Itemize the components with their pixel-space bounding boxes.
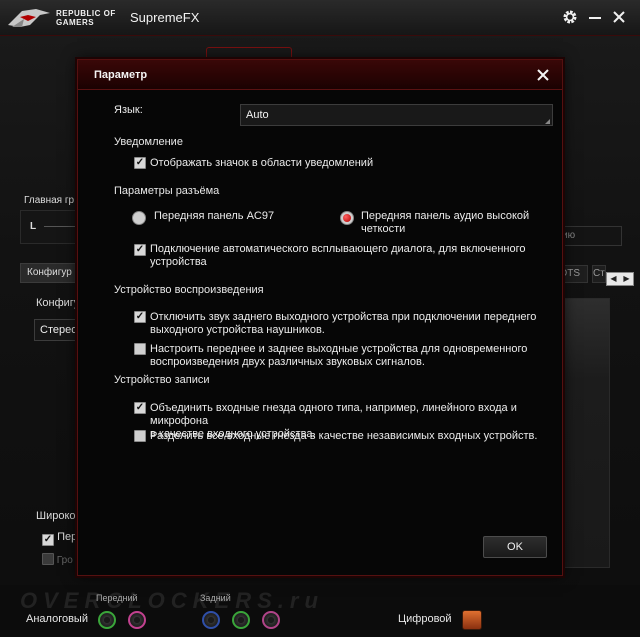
- playback-section: Устройство воспроизведения: [114, 284, 264, 296]
- show-tray-icon-checkbox[interactable]: ✓: [134, 157, 146, 169]
- auto-popup-label: Подключение автоматического всплывающего…: [150, 243, 526, 269]
- separate-streams-label-line1: Настроить переднее и заднее выходные уст…: [150, 343, 528, 355]
- show-tray-icon-label: Отображать значок в области уведомлений: [150, 157, 374, 169]
- language-label: Язык:: [114, 104, 143, 116]
- radio-hd-audio-label: Передняя панель аудио высокой четкости: [361, 210, 529, 236]
- balance-slider-panel[interactable]: [20, 210, 80, 244]
- wide-section-label: Широко: [36, 510, 76, 522]
- radio-hd-audio-label-line1: Передняя панель аудио высокой: [361, 210, 530, 222]
- front-pink-jack[interactable]: [128, 611, 146, 629]
- mute-rear-checkbox[interactable]: ✓: [134, 311, 146, 323]
- language-select[interactable]: Auto: [240, 104, 553, 126]
- main-group-label: Главная гр: [24, 195, 75, 206]
- settings-dialog: Параметр Язык: Auto Уведомление ✓ Отобра…: [77, 59, 563, 576]
- tab-scroll-right-icon[interactable]: ▶: [620, 273, 633, 285]
- wide-checkbox[interactable]: ✓: [42, 534, 54, 546]
- ok-button[interactable]: OK: [483, 536, 547, 558]
- watermark: OVERCLOCKERS.ru: [20, 588, 324, 613]
- rear-jacks-label: Задний: [200, 593, 231, 603]
- dialog-title: Параметр: [94, 69, 148, 81]
- dropdown-caret-icon: [545, 119, 550, 124]
- speaker-visual-panel: [560, 298, 610, 568]
- title-bar: REPUBLIC OF GAMERS SupremeFX: [0, 0, 640, 36]
- rear-pink-jack[interactable]: [262, 611, 280, 629]
- rog-logo-icon: [8, 9, 50, 27]
- app-title: SupremeFX: [130, 10, 200, 25]
- separate-streams-checkbox[interactable]: ✓: [134, 343, 146, 355]
- auto-popup-checkbox[interactable]: ✓: [134, 244, 146, 256]
- record-section: Устройство записи: [114, 374, 210, 386]
- auto-popup-label-line2: устройства: [150, 256, 207, 268]
- jack-section: Параметры разъёма: [114, 185, 220, 197]
- radio-ac97[interactable]: [132, 211, 146, 225]
- tab-extra[interactable]: Ст: [592, 265, 606, 283]
- wide-checkbox-row[interactable]: ✓ Пер: [42, 531, 77, 546]
- mute-rear-label-line1: Отключить звук заднего выходного устройс…: [150, 311, 537, 323]
- slider-left-label: L: [30, 221, 37, 232]
- mute-rear-label-line2: выходного устройства наушников.: [150, 324, 325, 336]
- digital-label: Цифровой: [398, 613, 452, 625]
- combine-inputs-label-line1: Объединить входные гнезда одного типа, н…: [150, 402, 517, 427]
- wide-checkbox-label: Пер: [57, 531, 78, 543]
- language-value: Auto: [246, 109, 269, 121]
- config-label: Конфигу: [36, 297, 80, 309]
- slider-track[interactable]: [44, 226, 76, 227]
- split-inputs-label: Разделить все входные гнезда в качестве …: [150, 430, 538, 442]
- analog-label: Аналоговый: [26, 613, 88, 625]
- brand-line2: GAMERS: [56, 18, 95, 27]
- separate-streams-label-line2: воспроизведения двух различных звуковых …: [150, 356, 425, 368]
- brand-text: REPUBLIC OF GAMERS: [56, 9, 116, 27]
- split-inputs-checkbox[interactable]: ✓: [134, 430, 146, 442]
- notification-section: Уведомление: [114, 136, 183, 148]
- group-checkbox-label: Гро: [56, 555, 73, 566]
- front-jacks-label: Передний: [96, 593, 138, 603]
- group-checkbox[interactable]: [42, 553, 54, 565]
- tab-scroll-arrows[interactable]: ◀ ▶: [606, 272, 634, 286]
- combine-inputs-checkbox[interactable]: ✓: [134, 402, 146, 414]
- minimize-icon[interactable]: [586, 8, 604, 26]
- rear-green-jack[interactable]: [232, 611, 250, 629]
- separate-streams-label: Настроить переднее и заднее выходные уст…: [150, 343, 527, 369]
- auto-popup-label-line1: Подключение автоматического всплывающего…: [150, 243, 526, 255]
- dialog-close-icon[interactable]: [533, 65, 553, 85]
- mute-rear-label: Отключить звук заднего выходного устройс…: [150, 311, 536, 337]
- dialog-title-bar: Параметр: [78, 60, 562, 90]
- radio-hd-audio[interactable]: [340, 211, 354, 225]
- close-icon[interactable]: [610, 8, 628, 26]
- rear-blue-jack[interactable]: [202, 611, 220, 629]
- group-checkbox-row[interactable]: Гро: [42, 553, 73, 566]
- digital-output-icon[interactable]: [462, 610, 482, 630]
- speaker-config-select[interactable]: Стерео: [34, 319, 80, 341]
- radio-ac97-label: Передняя панель AC97: [154, 210, 275, 222]
- brand-line1: REPUBLIC OF: [56, 9, 116, 18]
- tab-configuration[interactable]: Конфигур: [20, 263, 80, 283]
- front-green-jack[interactable]: [98, 611, 116, 629]
- radio-hd-audio-label-line2: четкости: [361, 223, 406, 235]
- gear-icon[interactable]: [561, 8, 579, 26]
- tab-scroll-left-icon[interactable]: ◀: [607, 273, 620, 285]
